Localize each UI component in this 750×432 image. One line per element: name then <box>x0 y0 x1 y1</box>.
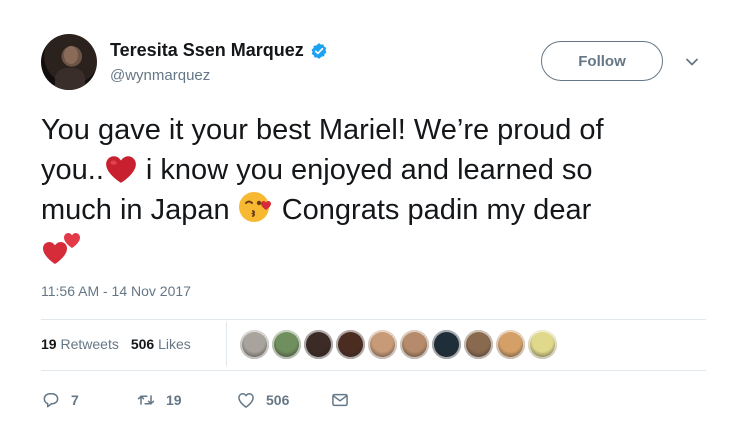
stats-separator <box>226 322 227 366</box>
engagement-stats: 19 Retweets 506 Likes <box>41 336 191 352</box>
author-name[interactable]: Teresita Ssen Marquez <box>110 40 304 61</box>
liker-avatar[interactable] <box>336 330 365 359</box>
liker-avatar[interactable] <box>240 330 269 359</box>
retweets-stat[interactable]: 19 Retweets <box>41 336 119 352</box>
liker-avatar[interactable] <box>496 330 525 359</box>
envelope-icon <box>332 393 348 407</box>
likes-stat[interactable]: 506 Likes <box>131 336 191 352</box>
retweet-action[interactable]: 19 <box>136 390 236 410</box>
liker-avatar[interactable] <box>304 330 333 359</box>
like-count: 506 <box>266 392 290 408</box>
likes-label: Likes <box>158 336 191 352</box>
author-avatar[interactable] <box>41 34 97 90</box>
face-blowing-kiss-icon <box>238 192 271 222</box>
direct-message-action[interactable] <box>330 390 350 410</box>
two-hearts-icon <box>43 233 80 264</box>
reply-action[interactable]: 7 <box>41 390 136 410</box>
tweet-timestamp[interactable]: 11:56 AM - 14 Nov 2017 <box>41 283 191 299</box>
verified-badge-icon <box>310 42 328 60</box>
tweet-line-1: You gave it your best Mariel! We’re prou… <box>41 114 604 146</box>
likes-count: 506 <box>130 336 155 352</box>
tweet-text: You gave it your best Mariel! We’re prou… <box>41 110 701 272</box>
divider-bottom <box>41 370 706 371</box>
retweets-label: Retweets <box>60 336 119 352</box>
liker-avatar[interactable] <box>528 330 557 359</box>
reply-icon <box>43 393 59 408</box>
tweet-line-2b: i know you enjoyed and learned so <box>137 154 593 186</box>
retweet-icon <box>137 395 155 405</box>
avatar-face <box>64 46 78 64</box>
liker-avatar[interactable] <box>400 330 429 359</box>
tweet-line-3b: Congrats padin my dear <box>273 194 592 226</box>
avatar-body <box>55 68 85 90</box>
chevron-down-icon[interactable] <box>684 54 700 70</box>
like-action[interactable]: 506 <box>236 390 330 410</box>
red-heart-icon <box>106 156 136 183</box>
liker-avatar[interactable] <box>432 330 461 359</box>
tweet-line-3a: much in Japan <box>41 194 238 226</box>
action-bar: 7 19 506 <box>41 390 350 410</box>
liker-avatar[interactable] <box>368 330 397 359</box>
divider-top <box>41 319 706 320</box>
author-name-line: Teresita Ssen Marquez <box>110 40 328 61</box>
heart-icon <box>238 393 254 408</box>
retweet-count: 19 <box>166 392 182 408</box>
reply-count: 7 <box>71 392 79 408</box>
author-handle[interactable]: @wynmarquez <box>110 67 210 84</box>
liker-avatars <box>240 330 557 359</box>
follow-button[interactable]: Follow <box>541 41 663 81</box>
retweets-count: 19 <box>41 336 57 352</box>
liker-avatar[interactable] <box>464 330 493 359</box>
liker-avatar[interactable] <box>272 330 301 359</box>
tweet-line-2a: you.. <box>41 154 104 186</box>
